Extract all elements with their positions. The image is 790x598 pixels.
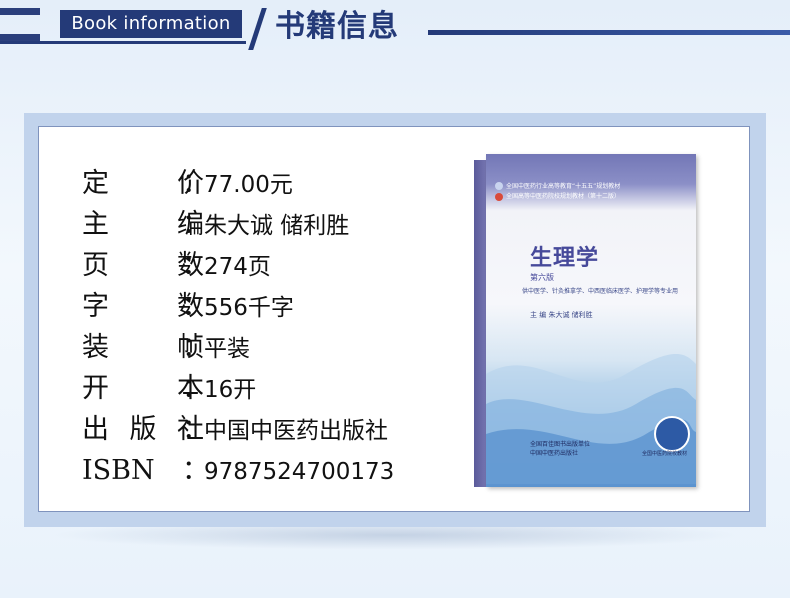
header-tag: Book information [60, 10, 242, 38]
emblem-icon [495, 182, 503, 190]
header-decor-bar [0, 8, 40, 15]
book-cover-image: 全国中医药行业高等教育“十五五”规划教材 全国高等中医药院校规划教材（第十二版）… [474, 154, 696, 487]
header-underline [0, 41, 246, 44]
cover-subtitle: 供中医学、针灸推拿学、中西医临床医学、护理学等专业用 [522, 288, 679, 295]
info-value: 16开 [204, 377, 257, 403]
info-value: 中国中医药出版社 [204, 418, 388, 444]
info-value: 556千字 [204, 295, 294, 321]
cover-wave-art [486, 354, 696, 484]
emblem-icon [495, 193, 503, 201]
cover-publisher-line: 中国中医药出版社 [530, 450, 579, 457]
info-value: 9787524700173 [204, 459, 395, 485]
info-value: 朱大诚 储利胜 [204, 213, 350, 239]
cover-publisher-line: 全国百佳图书出版单位 [530, 441, 591, 448]
cover-title: 生理学 [530, 246, 600, 271]
info-value: 274页 [204, 254, 271, 280]
cover-edition: 第六版 [530, 273, 554, 282]
cover-seal-icon [654, 416, 690, 452]
cover-series-line: 全国高等中医药院校规划教材（第十二版） [506, 193, 621, 200]
header-slash [248, 8, 267, 50]
info-value: 77.00元 [204, 172, 293, 198]
cover-seal-label: 全国中医药院校教材 [642, 451, 688, 457]
cover-series-line: 全国中医药行业高等教育“十五五”规划教材 [506, 183, 621, 190]
cover-authors: 主 编 朱大诚 储利胜 [530, 311, 593, 319]
cover-publisher: 全国百佳图书出版单位 中国中医药出版社 [530, 440, 590, 458]
header-title: 书籍信息 [275, 9, 399, 44]
book-cover: 全国中医药行业高等教育“十五五”规划教材 全国高等中医药院校规划教材（第十二版）… [486, 154, 696, 487]
section-header: Book information 书籍信息 [0, 0, 790, 56]
info-value: 平装 [204, 336, 250, 362]
header-decor-bar [0, 34, 40, 41]
cover-series: 全国中医药行业高等教育“十五五”规划教材 全国高等中医药院校规划教材（第十二版） [506, 182, 620, 202]
header-rule [428, 30, 790, 35]
